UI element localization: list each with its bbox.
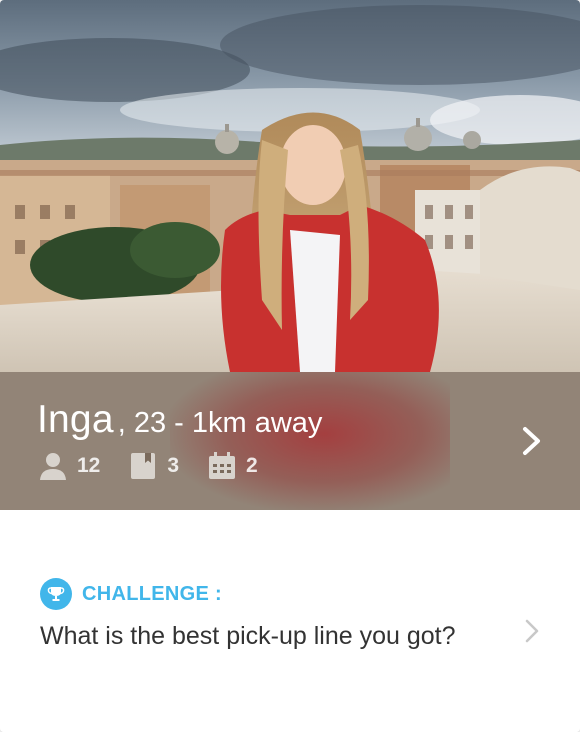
chevron-right-icon[interactable] <box>519 424 545 458</box>
stat-books: 3 <box>128 451 179 481</box>
book-icon <box>128 451 158 481</box>
stat-events-value: 2 <box>246 454 258 477</box>
profile-age-distance: , 23 - 1km away <box>117 407 323 439</box>
profile-stats: 12 3 2 <box>38 451 286 481</box>
stat-followers: 12 <box>38 451 100 481</box>
trophy-icon <box>40 578 72 610</box>
stat-books-value: 3 <box>167 454 180 477</box>
profile-name: Inga <box>37 398 114 441</box>
calendar-icon <box>207 451 237 481</box>
profile-title: Inga , 23 - 1km away <box>37 398 322 442</box>
challenge-header: CHALLENGE : <box>40 578 222 610</box>
challenge-section[interactable] <box>0 510 580 732</box>
challenge-label: CHALLENGE : <box>82 582 222 605</box>
profile-card[interactable]: Inga , 23 - 1km away 12 3 2 CHALLENGE: … <box>0 0 580 732</box>
stat-events: 2 <box>207 451 258 481</box>
stat-followers-value: 12 <box>77 454 101 477</box>
challenge-question: What is the best pick-up line you got? <box>40 622 456 650</box>
challenge-chevron-right-icon[interactable] <box>522 617 542 645</box>
person-icon <box>38 451 68 481</box>
